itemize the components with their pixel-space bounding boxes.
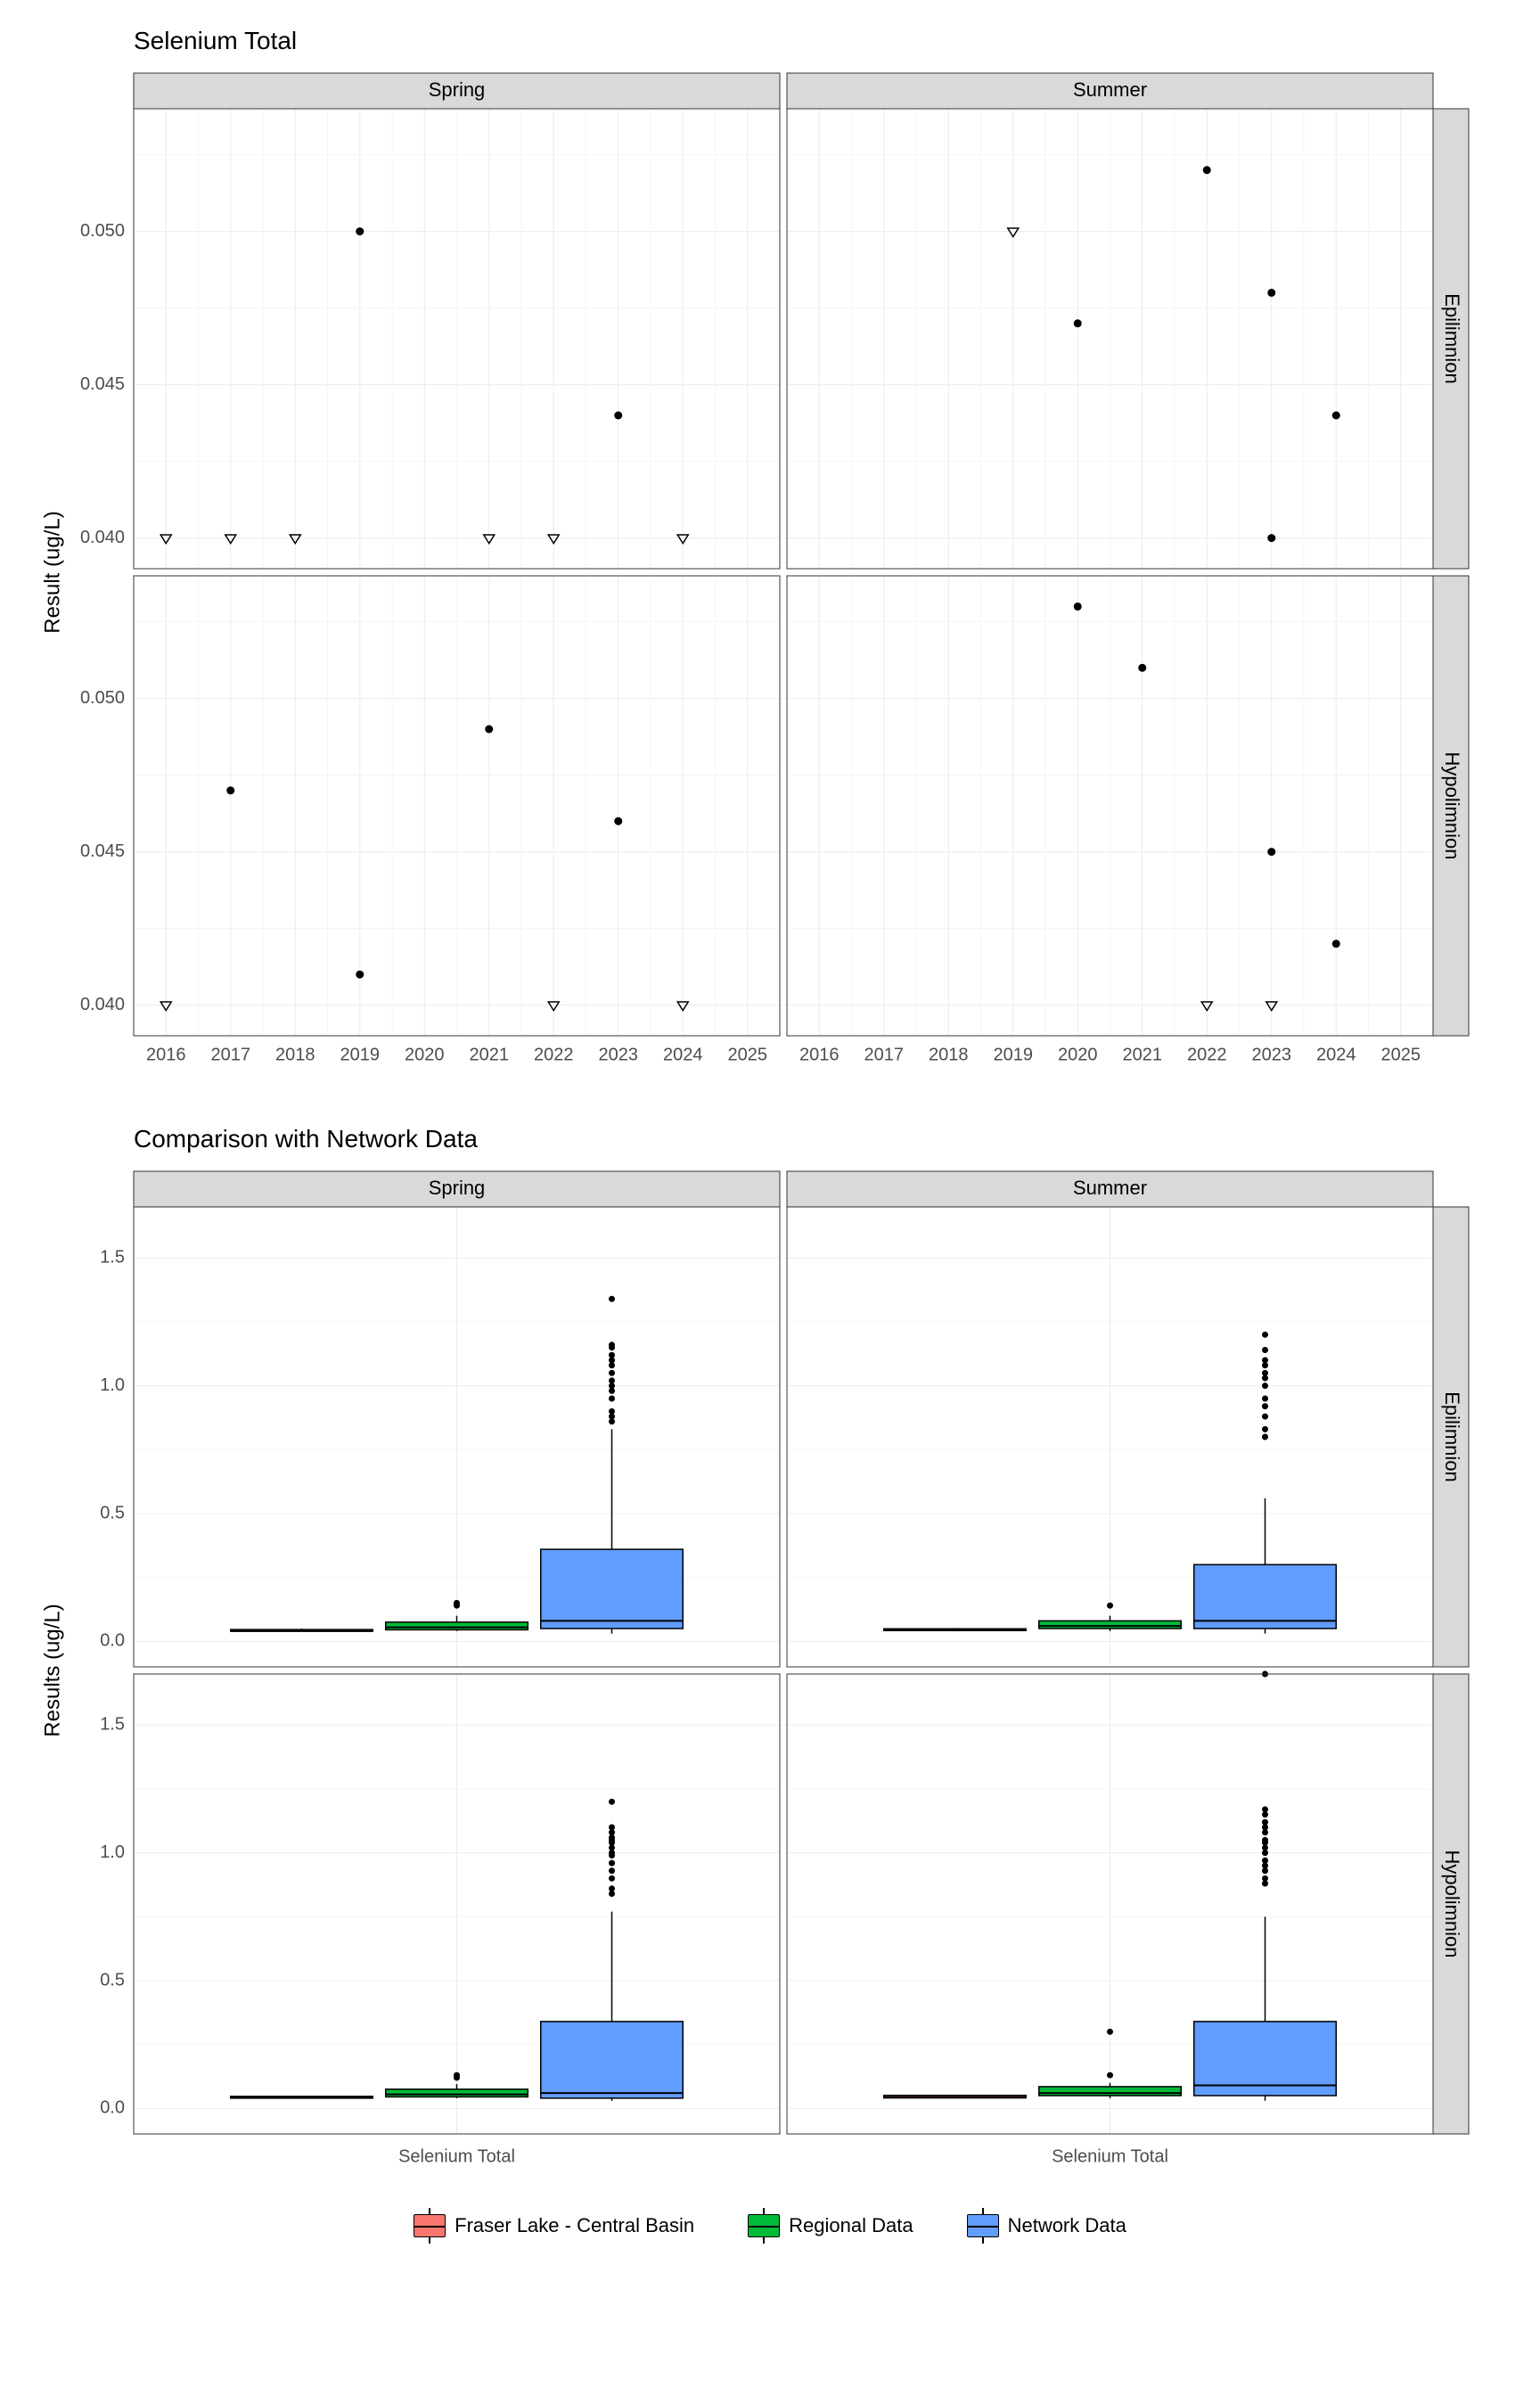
svg-text:2023: 2023 xyxy=(599,1045,639,1064)
svg-text:2016: 2016 xyxy=(799,1045,840,1064)
svg-text:Epilimnion: Epilimnion xyxy=(1441,293,1463,384)
legend-swatch-regional xyxy=(748,2214,780,2237)
svg-text:2022: 2022 xyxy=(1187,1045,1227,1064)
svg-text:Summer: Summer xyxy=(1073,1177,1147,1199)
legend: Fraser Lake - Central Basin Regional Dat… xyxy=(27,2214,1513,2237)
svg-text:2021: 2021 xyxy=(470,1045,510,1064)
svg-text:2018: 2018 xyxy=(275,1045,315,1064)
svg-text:0.050: 0.050 xyxy=(80,221,125,241)
svg-text:1.0: 1.0 xyxy=(100,1375,125,1395)
svg-text:Hypolimnion: Hypolimnion xyxy=(1441,751,1463,859)
svg-text:2022: 2022 xyxy=(534,1045,574,1064)
legend-label: Fraser Lake - Central Basin xyxy=(455,2214,694,2237)
svg-text:2025: 2025 xyxy=(728,1045,768,1064)
svg-text:2024: 2024 xyxy=(1316,1045,1356,1064)
svg-text:1.0: 1.0 xyxy=(100,1842,125,1862)
svg-text:Selenium Total: Selenium Total xyxy=(398,2146,515,2166)
svg-text:0.0: 0.0 xyxy=(100,2098,125,2118)
svg-text:0.050: 0.050 xyxy=(80,688,125,708)
svg-text:2019: 2019 xyxy=(994,1045,1034,1064)
svg-text:Spring: Spring xyxy=(429,1177,486,1199)
legend-swatch-fraser xyxy=(414,2214,446,2237)
svg-text:2019: 2019 xyxy=(340,1045,381,1064)
svg-text:0.045: 0.045 xyxy=(80,841,125,861)
legend-item-fraser: Fraser Lake - Central Basin xyxy=(414,2214,694,2237)
svg-text:1.5: 1.5 xyxy=(100,1248,125,1268)
svg-text:0.0: 0.0 xyxy=(100,1631,125,1651)
svg-text:2018: 2018 xyxy=(929,1045,969,1064)
legend-swatch-network xyxy=(967,2214,999,2237)
legend-item-network: Network Data xyxy=(967,2214,1126,2237)
svg-text:0.040: 0.040 xyxy=(80,995,125,1014)
svg-text:0.040: 0.040 xyxy=(80,528,125,547)
legend-item-regional: Regional Data xyxy=(748,2214,913,2237)
svg-text:0.045: 0.045 xyxy=(80,374,125,394)
svg-text:2020: 2020 xyxy=(1058,1045,1098,1064)
svg-text:0.5: 0.5 xyxy=(100,1503,125,1522)
svg-text:2017: 2017 xyxy=(211,1045,251,1064)
svg-text:2016: 2016 xyxy=(146,1045,186,1064)
svg-text:2024: 2024 xyxy=(663,1045,703,1064)
svg-text:Summer: Summer xyxy=(1073,78,1147,101)
svg-text:Epilimnion: Epilimnion xyxy=(1441,1391,1463,1482)
svg-text:Hypolimnion: Hypolimnion xyxy=(1441,1850,1463,1957)
chart2-boxplot-facets: Results (ug/L) Spring 0.0 0.5 1.0 1.5 0.0 0.5 1.… xyxy=(27,1162,1513,2187)
svg-text:1.5: 1.5 xyxy=(100,1715,125,1735)
chart1-scatter-facets: Result (ug/L) Spring 0.040 0.045 0.050 0.040 0… xyxy=(27,64,1513,1089)
legend-label: Regional Data xyxy=(789,2214,913,2237)
svg-text:Selenium Total: Selenium Total xyxy=(1052,2146,1168,2166)
svg-text:2021: 2021 xyxy=(1123,1045,1163,1064)
legend-label: Network Data xyxy=(1008,2214,1126,2237)
svg-text:Results (ug/L): Results (ug/L) xyxy=(40,1604,64,1736)
svg-text:2023: 2023 xyxy=(1252,1045,1292,1064)
svg-text:2025: 2025 xyxy=(1381,1045,1421,1064)
chart2-title: Comparison with Network Data xyxy=(134,1125,1513,1153)
svg-text:2017: 2017 xyxy=(864,1045,905,1064)
svg-text:0.5: 0.5 xyxy=(100,1970,125,1990)
svg-text:Result (ug/L): Result (ug/L) xyxy=(40,511,64,633)
svg-text:2020: 2020 xyxy=(405,1045,445,1064)
chart1-title: Selenium Total xyxy=(134,27,1513,55)
svg-text:Spring: Spring xyxy=(429,78,486,101)
